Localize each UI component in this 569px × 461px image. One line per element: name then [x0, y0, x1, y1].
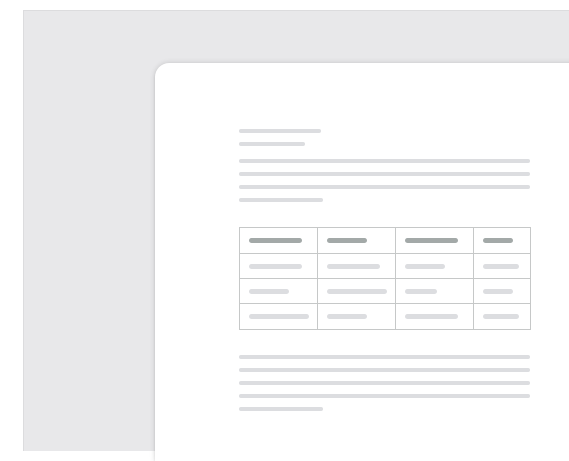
paragraph-placeholder-line — [239, 381, 530, 385]
table-cell-placeholder — [405, 264, 445, 269]
table-cell-placeholder — [483, 264, 519, 269]
paragraph-placeholder-line — [239, 355, 530, 359]
table-cell-placeholder — [483, 289, 513, 294]
title-placeholder-line — [239, 129, 321, 133]
table-row-divider — [240, 253, 530, 254]
paragraph-placeholder-line — [239, 185, 530, 189]
table-row-divider — [240, 303, 530, 304]
paragraph-placeholder-line — [239, 159, 530, 163]
table-cell-placeholder — [405, 314, 458, 319]
table-header-placeholder — [249, 238, 302, 243]
table-header-placeholder — [405, 238, 458, 243]
table-header-placeholder — [327, 238, 367, 243]
table-cell-placeholder — [249, 264, 302, 269]
title-placeholder-line — [239, 142, 305, 146]
paragraph-placeholder-line — [239, 394, 530, 398]
paragraph-placeholder-line — [239, 407, 323, 411]
table-cell-placeholder — [249, 314, 309, 319]
placeholder-table — [239, 227, 531, 330]
table-cell-placeholder — [249, 289, 289, 294]
document-viewer-background — [23, 10, 569, 461]
table-header-placeholder — [483, 238, 513, 243]
paragraph-placeholder-line — [239, 198, 323, 202]
table-cell-placeholder — [327, 314, 367, 319]
table-cell-placeholder — [327, 289, 387, 294]
table-cell-placeholder — [405, 289, 437, 294]
paragraph-placeholder-line — [239, 368, 530, 372]
table-row-divider — [240, 278, 530, 279]
document-page — [155, 63, 569, 461]
paragraph-placeholder-line — [239, 172, 530, 176]
table-cell-placeholder — [483, 314, 519, 319]
table-cell-placeholder — [327, 264, 380, 269]
